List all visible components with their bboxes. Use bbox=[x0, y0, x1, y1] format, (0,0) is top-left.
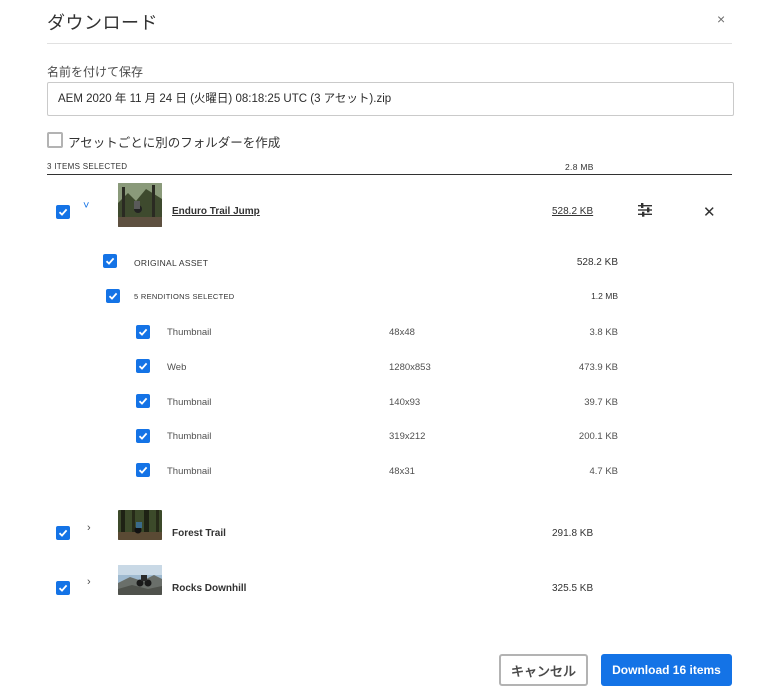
rendition-size: 3.8 KB bbox=[589, 327, 618, 338]
asset-name-rocks-downhill[interactable]: Rocks Downhill bbox=[172, 583, 246, 594]
rendition-checkbox[interactable] bbox=[136, 463, 150, 477]
separate-folder-label: アセットごとに別のフォルダーを作成 bbox=[68, 136, 281, 150]
asset-thumbnail-enduro-trail-jump bbox=[118, 183, 162, 227]
rendition-size: 473.9 KB bbox=[578, 362, 618, 373]
original-asset-size: 528.2 KB bbox=[576, 257, 618, 268]
remove-asset-icon[interactable]: ✕ bbox=[703, 203, 716, 221]
chevron-right-icon[interactable]: › bbox=[87, 522, 91, 534]
asset-name-forest-trail[interactable]: Forest Trail bbox=[172, 528, 226, 539]
summary-divider bbox=[47, 174, 732, 175]
rendition-dimensions: 48x31 bbox=[389, 466, 415, 477]
rendition-name: Thumbnail bbox=[167, 431, 212, 442]
asset-size-enduro-trail-jump: 528.2 KB bbox=[552, 206, 594, 217]
save-as-label: 名前を付けて保存 bbox=[47, 65, 144, 79]
asset-checkbox-enduro-trail-jump[interactable] bbox=[56, 205, 70, 219]
asset-checkbox-rocks-downhill[interactable] bbox=[56, 581, 70, 595]
asset-name-enduro-trail-jump[interactable]: Enduro Trail Jump bbox=[172, 206, 260, 217]
rendition-checkbox[interactable] bbox=[136, 359, 150, 373]
rendition-checkbox[interactable] bbox=[136, 325, 150, 339]
rendition-size: 39.7 KB bbox=[584, 397, 618, 408]
rendition-dimensions: 1280x853 bbox=[389, 362, 431, 373]
renditions-size: 1.2 MB bbox=[591, 291, 618, 301]
chevron-right-icon[interactable]: › bbox=[87, 576, 91, 588]
original-asset-checkbox[interactable] bbox=[103, 254, 117, 268]
close-icon[interactable]: × bbox=[717, 11, 725, 27]
dialog-title: ダウンロード bbox=[47, 13, 158, 33]
chevron-down-icon[interactable]: ˅ bbox=[83, 200, 89, 212]
header-divider bbox=[47, 43, 732, 44]
rendition-checkbox[interactable] bbox=[136, 394, 150, 408]
renditions-selected-label: 5 RENDITIONS SELECTED bbox=[134, 292, 235, 301]
cancel-button[interactable]: キャンセル bbox=[499, 654, 588, 686]
asset-checkbox-forest-trail[interactable] bbox=[56, 526, 70, 540]
asset-size-forest-trail: 291.8 KB bbox=[552, 528, 594, 539]
rendition-checkbox[interactable] bbox=[136, 429, 150, 443]
rendition-dimensions: 319x212 bbox=[389, 431, 426, 442]
separate-folder-checkbox[interactable] bbox=[47, 132, 63, 148]
filename-field[interactable]: AEM 2020 年 11 月 24 日 (火曜日) 08:18:25 UTC … bbox=[47, 82, 734, 116]
items-selected-count: 3 ITEMS SELECTED bbox=[47, 162, 128, 171]
asset-thumbnail-forest-trail bbox=[118, 510, 162, 540]
rendition-name: Thumbnail bbox=[167, 397, 212, 408]
asset-thumbnail-rocks-downhill bbox=[118, 565, 162, 595]
original-asset-label: ORIGINAL ASSET bbox=[134, 258, 209, 268]
renditions-checkbox[interactable] bbox=[106, 289, 120, 303]
settings-sliders-icon[interactable] bbox=[636, 202, 654, 218]
rendition-size: 200.1 KB bbox=[578, 431, 618, 442]
rendition-dimensions: 140x93 bbox=[389, 397, 421, 408]
rendition-name: Thumbnail bbox=[167, 327, 212, 338]
download-button[interactable]: Download 16 items bbox=[601, 654, 732, 686]
total-size: 2.8 MB bbox=[565, 162, 594, 172]
rendition-size: 4.7 KB bbox=[589, 466, 618, 477]
rendition-dimensions: 48x48 bbox=[389, 327, 415, 338]
asset-size-rocks-downhill: 325.5 KB bbox=[552, 583, 594, 594]
rendition-name: Thumbnail bbox=[167, 466, 212, 477]
rendition-name: Web bbox=[167, 362, 187, 373]
